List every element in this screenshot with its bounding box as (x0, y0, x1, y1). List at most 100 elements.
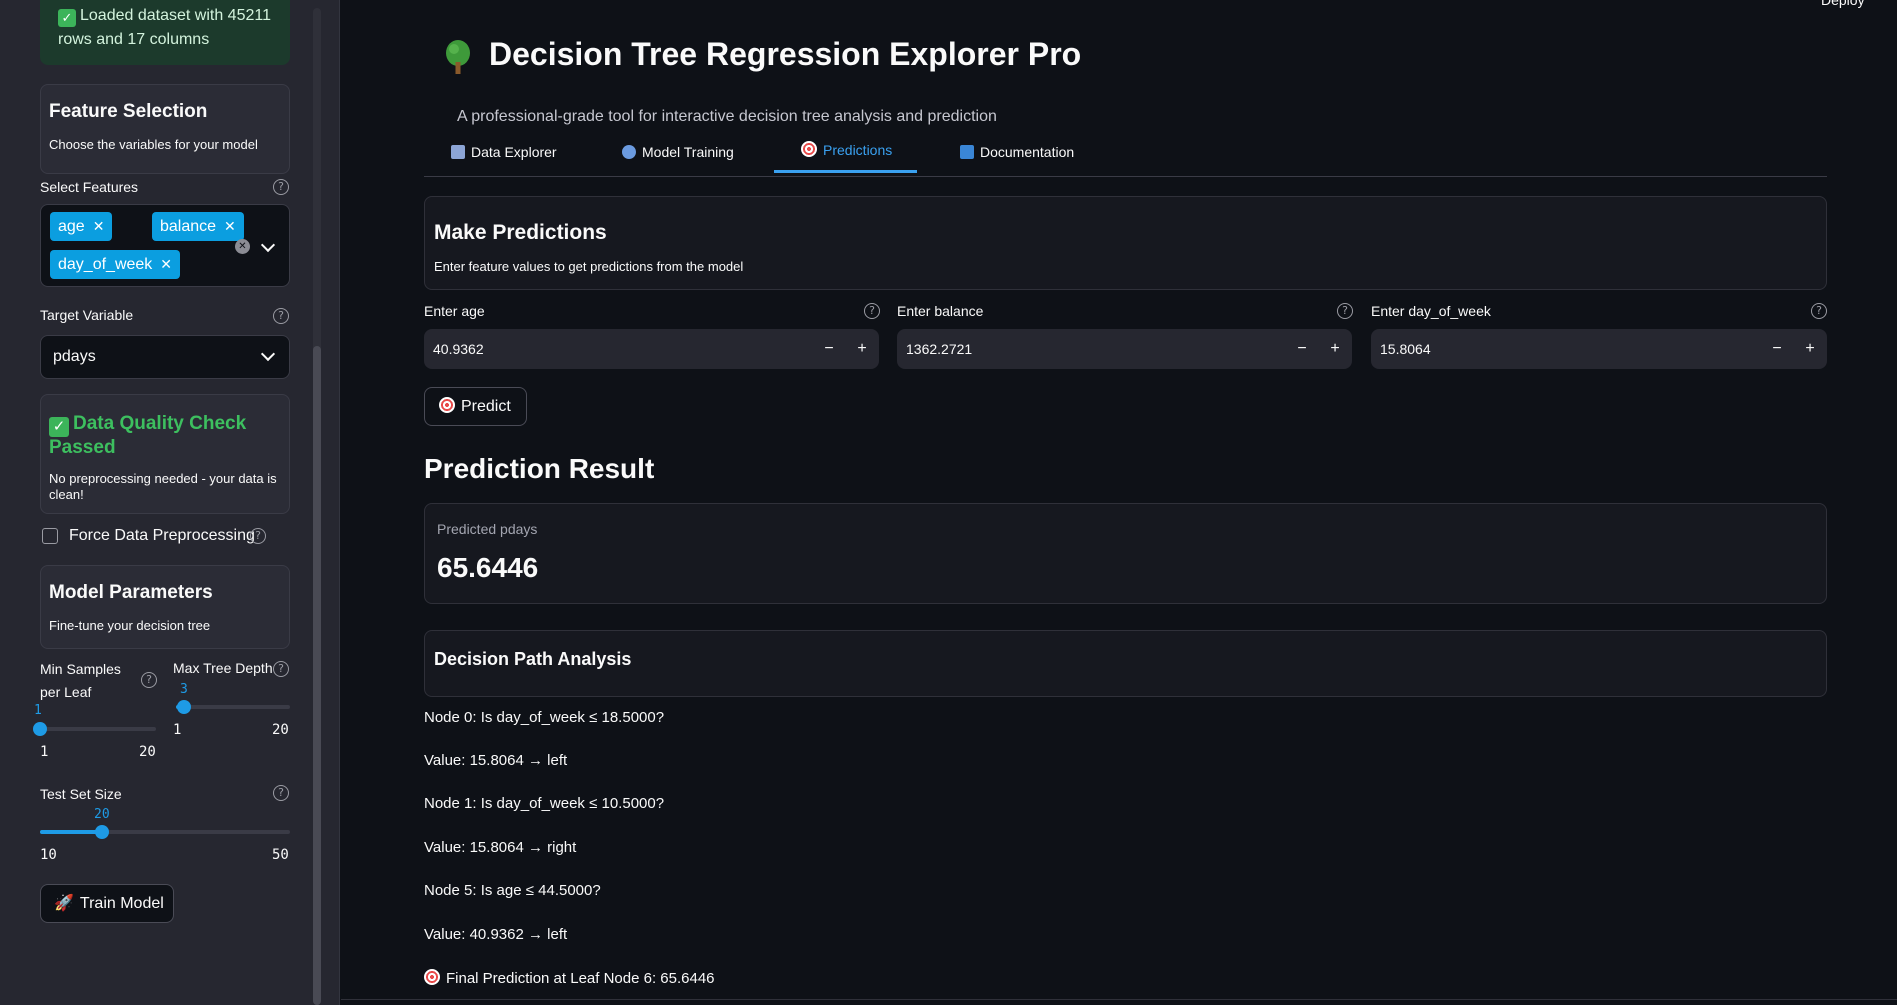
increment-button[interactable]: + (1795, 329, 1825, 369)
tab-data-explorer[interactable]: Data Explorer (451, 144, 557, 160)
min-samples-track[interactable] (40, 727, 156, 731)
bar-chart-icon (451, 145, 465, 159)
predicted-metric-value: 65.6446 (437, 552, 539, 583)
select-features-label: Select Features (40, 179, 139, 195)
increment-button[interactable]: + (847, 329, 877, 369)
train-model-button[interactable]: 🚀 Train Model (40, 884, 174, 923)
max-depth-slider-handle[interactable] (177, 700, 191, 714)
age-input-value: 40.9362 (433, 341, 484, 357)
feature-tag-day-of-week[interactable]: day_of_week ✕ (50, 250, 181, 279)
decrement-button[interactable]: − (814, 329, 844, 369)
target-variable-select[interactable]: pdays (40, 335, 290, 379)
min-samples-label: Min Samples per Leaf (40, 661, 121, 700)
predict-button[interactable]: Predict (424, 387, 527, 426)
target-variable-label: Target Variable (40, 307, 134, 323)
tab-predictions[interactable]: Predictions (801, 141, 892, 158)
check-icon: ✓ (58, 9, 76, 27)
input-label-day-of-week: Enter day_of_week (1371, 303, 1491, 319)
increment-button[interactable]: + (1320, 329, 1350, 369)
target-variable-value: pdays (53, 348, 96, 365)
model-parameters-description: Fine-tune your decision tree (49, 618, 211, 633)
min-samples-max: 20 (139, 744, 156, 760)
feature-tag-balance[interactable]: balance ✕ (152, 212, 244, 241)
decrement-button[interactable]: − (1287, 329, 1317, 369)
min-samples-slider-handle[interactable] (33, 722, 47, 736)
age-number-input[interactable]: 40.9362 − + (424, 329, 879, 369)
day-of-week-input-value: 15.8064 (1380, 341, 1431, 357)
min-samples-help-icon[interactable]: ? (141, 672, 157, 688)
force-preprocessing-checkbox[interactable] (42, 528, 58, 544)
max-depth-value: 3 (180, 682, 188, 697)
model-parameters-card: Model Parameters Fine-tune your decision… (40, 565, 290, 649)
select-features-help-icon[interactable]: ? (273, 179, 289, 195)
decrement-button[interactable]: − (1762, 329, 1792, 369)
force-preprocessing-label: Force Data Preprocessing (69, 527, 255, 544)
min-samples-value: 1 (34, 703, 42, 718)
prediction-metric-card (424, 503, 1827, 604)
sidebar-scrollbar-thumb[interactable] (313, 346, 321, 1005)
tree-icon (446, 40, 470, 74)
clear-all-icon[interactable]: ✕ (235, 239, 250, 254)
remove-tag-icon[interactable]: ✕ (160, 256, 172, 272)
force-preprocessing-help-icon[interactable]: ? (250, 528, 266, 544)
test-size-max: 50 (272, 847, 289, 863)
min-samples-min: 1 (40, 744, 49, 760)
path-line: Node 0: Is day_of_week ≤ 18.5000? (424, 709, 665, 726)
feature-selection-title: Feature Selection (49, 101, 208, 122)
make-predictions-title: Make Predictions (434, 221, 607, 244)
max-depth-label: Max Tree Depth (173, 660, 273, 676)
magnifier-icon (622, 145, 636, 159)
decision-path-panel: Decision Path Analysis (424, 630, 1827, 697)
deploy-button[interactable]: Deploy (1821, 0, 1865, 8)
balance-help-icon[interactable]: ? (1337, 303, 1353, 319)
test-size-min: 10 (40, 847, 57, 863)
remove-tag-icon[interactable]: ✕ (93, 218, 105, 234)
target-variable-help-icon[interactable]: ? (273, 308, 289, 324)
path-line: Node 5: Is age ≤ 44.5000? (424, 882, 601, 899)
max-depth-min: 1 (173, 722, 182, 738)
age-help-icon[interactable]: ? (864, 303, 880, 319)
dataset-loaded-text: Loaded dataset with 45211 rows and 17 co… (58, 7, 271, 48)
path-line: Node 1: Is day_of_week ≤ 10.5000? (424, 795, 665, 812)
data-quality-card: ✓ Data Quality Check Passed No preprocess… (40, 394, 290, 514)
max-depth-max: 20 (272, 722, 289, 738)
active-tab-indicator (774, 170, 917, 173)
chevron-down-icon[interactable] (260, 237, 276, 253)
features-multiselect[interactable]: age ✕ balance ✕ day_of_week ✕ ✕ (40, 204, 290, 287)
max-depth-track[interactable] (176, 705, 290, 709)
decision-path-title: Decision Path Analysis (434, 649, 632, 669)
feature-selection-card: Feature Selection Choose the variables f… (40, 84, 290, 174)
tab-model-training[interactable]: Model Training (622, 144, 734, 160)
test-size-label: Test Set Size (40, 786, 122, 802)
input-label-balance: Enter balance (897, 303, 984, 319)
test-size-slider-handle[interactable] (95, 825, 109, 839)
make-predictions-description: Enter feature values to get predictions … (434, 259, 744, 274)
make-predictions-panel: Make Predictions Enter feature values to… (424, 196, 1827, 290)
remove-tag-icon[interactable]: ✕ (224, 218, 236, 234)
tab-documentation[interactable]: Documentation (960, 144, 1074, 160)
max-depth-help-icon[interactable]: ? (273, 661, 289, 677)
prediction-result-heading: Prediction Result (424, 453, 655, 484)
test-size-help-icon[interactable]: ? (273, 785, 289, 801)
target-icon (439, 397, 455, 413)
page-subtitle: A professional-grade tool for interactiv… (457, 108, 997, 125)
predicted-metric-label: Predicted pdays (437, 521, 538, 537)
day-of-week-help-icon[interactable]: ? (1811, 303, 1827, 319)
page-title: Decision Tree Regression Explorer Pro (489, 36, 1082, 72)
test-size-fill (40, 830, 102, 834)
feature-selection-description: Choose the variables for your model (49, 137, 258, 152)
path-line: Value: 15.8064 → left (424, 752, 568, 769)
info-icon (960, 145, 974, 159)
feature-tag-age[interactable]: age ✕ (50, 212, 113, 241)
final-prediction-line: Final Prediction at Leaf Node 6: 65.6446 (424, 969, 715, 987)
path-line: Value: 15.8064 → right (424, 839, 577, 856)
data-quality-description: No preprocessing needed - your data is c… (49, 471, 277, 502)
data-quality-title: Data Quality Check Passed (49, 413, 247, 458)
dataset-loaded-alert: ✓ Loaded dataset with 45211 rows and 17 c… (40, 0, 290, 65)
balance-number-input[interactable]: 1362.2721 − + (897, 329, 1352, 369)
day-of-week-number-input[interactable]: 15.8064 − + (1371, 329, 1827, 369)
test-size-value: 20 (94, 807, 110, 822)
chevron-down-icon[interactable] (260, 346, 276, 362)
model-parameters-title: Model Parameters (49, 582, 213, 603)
check-icon: ✓ (49, 417, 69, 437)
